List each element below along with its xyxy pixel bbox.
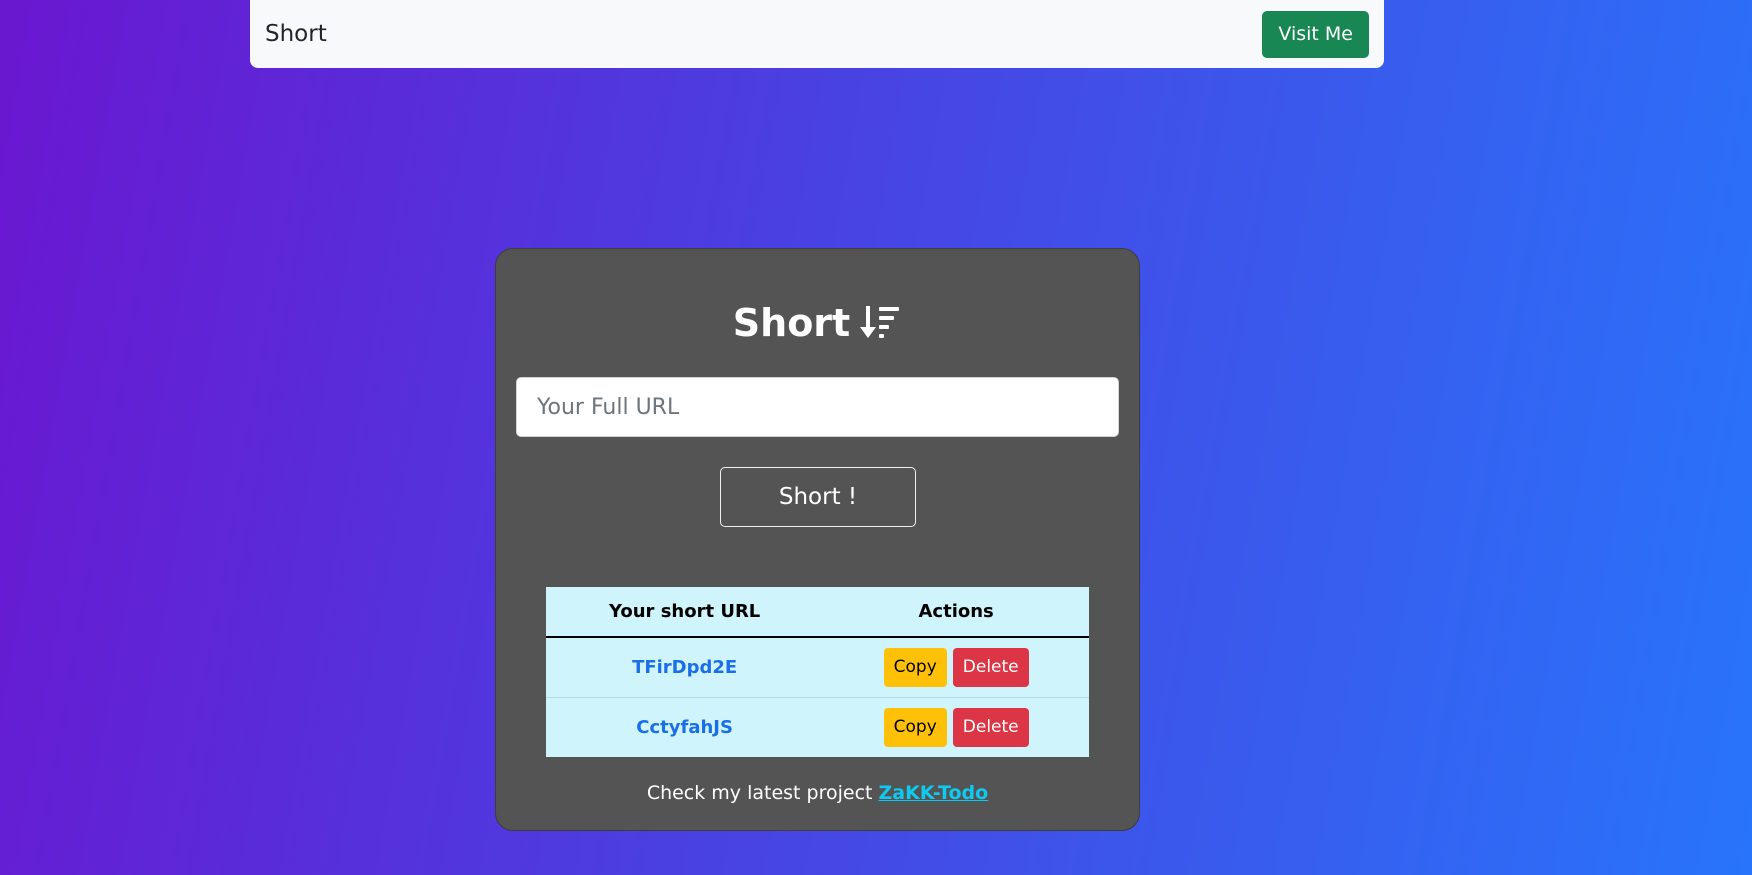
visit-me-button[interactable]: Visit Me <box>1262 10 1369 58</box>
card-title: Short <box>496 301 1139 345</box>
copy-button[interactable]: Copy <box>883 707 947 747</box>
table-header-row: Your short URL Actions <box>546 587 1089 638</box>
short-url-table: Your short URL Actions TFirDpd2E Copy De… <box>546 587 1089 757</box>
table-row: CctyfahJS Copy Delete <box>546 697 1089 757</box>
column-header-short-url: Your short URL <box>546 587 824 638</box>
table-row: TFirDpd2E Copy Delete <box>546 637 1089 698</box>
actions-cell: Copy Delete <box>823 637 1089 698</box>
short-url-link[interactable]: TFirDpd2E <box>632 657 737 678</box>
column-header-actions: Actions <box>823 587 1089 638</box>
copy-button[interactable]: Copy <box>883 647 947 687</box>
footer-text: Check my latest project <box>646 782 873 804</box>
full-url-input[interactable] <box>516 377 1119 437</box>
sort-down-icon <box>860 303 902 343</box>
delete-button[interactable]: Delete <box>952 647 1029 687</box>
short-button[interactable]: Short ! <box>720 467 916 527</box>
short-url-cell: TFirDpd2E <box>546 637 824 698</box>
navbar: Short Visit Me <box>250 0 1384 68</box>
footer-project-link[interactable]: ZaKK-Todo <box>879 782 989 804</box>
footer-note: Check my latest project ZaKK-Todo <box>496 782 1139 804</box>
short-url-link[interactable]: CctyfahJS <box>636 717 733 738</box>
short-url-cell: CctyfahJS <box>546 697 823 757</box>
card-title-text: Short <box>732 301 851 345</box>
delete-button[interactable]: Delete <box>952 707 1029 747</box>
shortener-card: Short Short ! Your short URL Actions <box>495 248 1140 831</box>
actions-cell: Copy Delete <box>823 697 1089 757</box>
navbar-brand[interactable]: Short <box>265 21 327 47</box>
